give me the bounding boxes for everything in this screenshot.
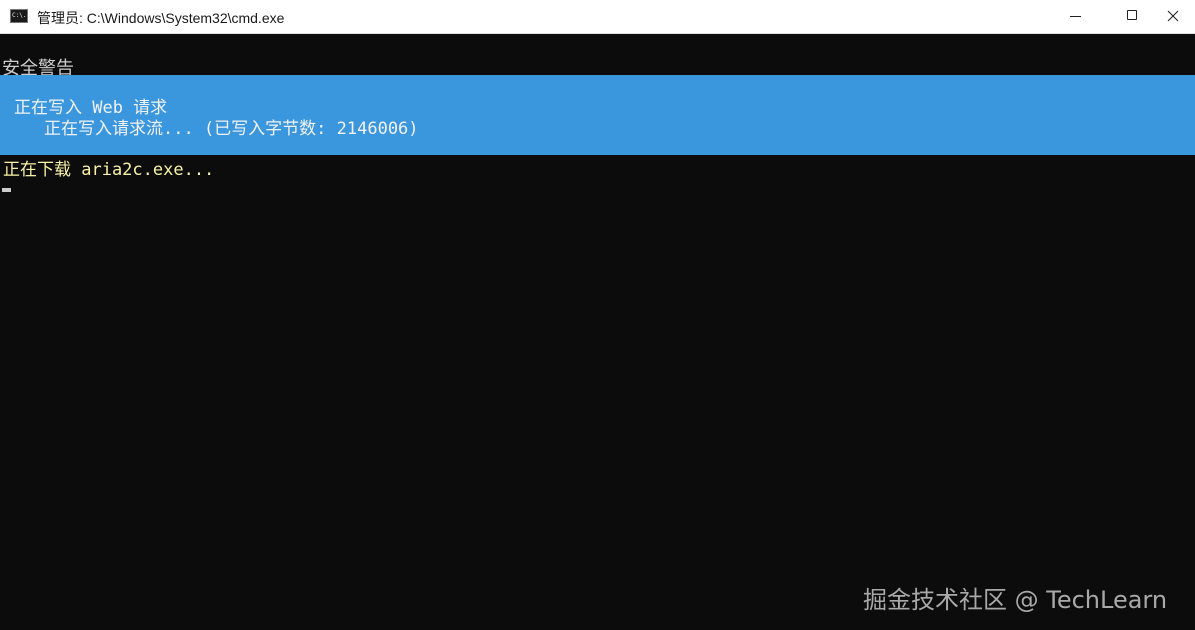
downloading-text: 正在下载 aria2c.exe... [3,160,215,180]
cmd-window: C:\. 管理员: C:\Windows\System32\cmd.exe 安全… [0,0,1195,630]
progress-status-text: 正在写入请求流... (已写入字节数: 2146006) [44,119,419,139]
close-icon [1167,10,1179,22]
maximize-button[interactable] [1110,0,1156,33]
cmd-app-icon[interactable]: C:\. [10,9,28,23]
close-button[interactable] [1151,0,1195,33]
window-title: 管理员: C:\Windows\System32\cmd.exe [37,10,285,26]
console-output[interactable]: 安全警告 正在写入 Web 请求 正在写入请求流... (已写入字节数: 214… [0,34,1195,630]
minimize-button[interactable] [1053,0,1099,33]
watermark-text: 掘金技术社区 @ TechLearn [863,586,1168,614]
text-cursor [2,188,11,192]
title-bar[interactable]: C:\. 管理员: C:\Windows\System32\cmd.exe [0,0,1195,34]
